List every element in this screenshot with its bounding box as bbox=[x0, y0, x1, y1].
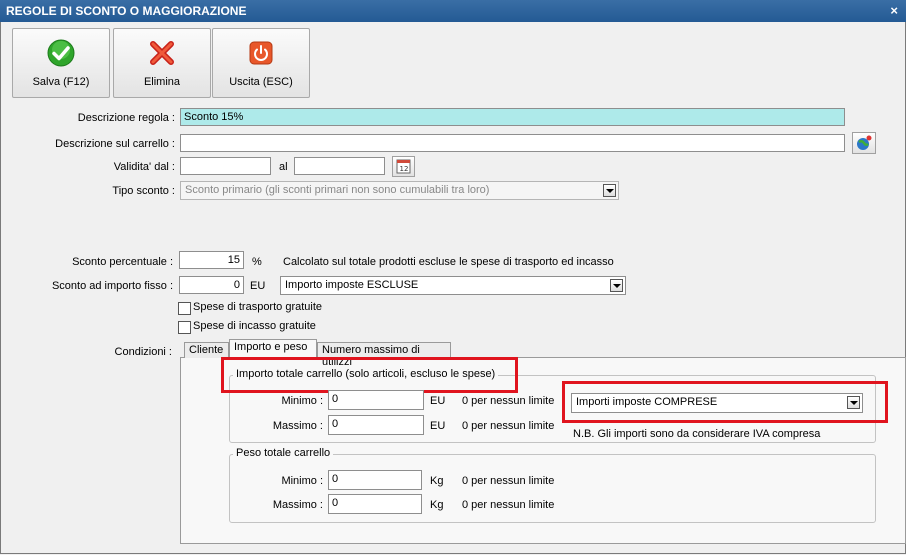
peso-max-input[interactable]: 0 bbox=[328, 494, 422, 514]
delete-button-label: Elimina bbox=[143, 76, 181, 88]
save-button-label: Salva (F12) bbox=[32, 76, 90, 88]
sconto-percentuale-note: Calcolato sul totale prodotti escluse le… bbox=[283, 256, 614, 268]
calendar-button[interactable]: 12 bbox=[392, 156, 415, 177]
window-title: REGOLE DI SCONTO O MAGGIORAZIONE bbox=[6, 4, 247, 18]
descrizione-regola-input[interactable]: Sconto 15% bbox=[180, 108, 845, 126]
importo-max-unit: EU bbox=[430, 420, 446, 432]
delete-x-icon bbox=[150, 41, 174, 65]
exit-button[interactable]: Uscita (ESC) bbox=[212, 28, 310, 98]
validita-label: Validita' dal : bbox=[113, 161, 175, 173]
sconto-percentuale-input[interactable]: 15 bbox=[179, 251, 244, 269]
power-icon bbox=[249, 41, 273, 65]
sconto-importo-tax-select[interactable]: Importo imposte ESCLUSE bbox=[280, 276, 626, 295]
window-title-bar: REGOLE DI SCONTO O MAGGIORAZIONE × bbox=[0, 0, 906, 22]
tab-numero-utilizzi[interactable]: Numero massimo di utilizzi bbox=[317, 342, 451, 368]
peso-group-title: Peso totale carrello bbox=[233, 447, 334, 459]
tab-importo-peso[interactable]: Importo e peso bbox=[229, 339, 317, 358]
validita-from-input[interactable] bbox=[180, 157, 271, 175]
delete-button[interactable]: Elimina bbox=[113, 28, 211, 98]
spese-trasporto-checkbox[interactable] bbox=[178, 302, 191, 315]
peso-min-unit: Kg bbox=[430, 475, 444, 487]
tipo-sconto-select[interactable]: Sconto primario (gli sconti primari non … bbox=[180, 181, 619, 200]
importo-min-input[interactable]: 0 bbox=[328, 390, 424, 410]
tipo-sconto-label: Tipo sconto : bbox=[112, 185, 175, 197]
importo-min-label: Minimo : bbox=[281, 395, 323, 407]
importo-max-label: Massimo : bbox=[272, 420, 323, 432]
chevron-down-icon[interactable] bbox=[610, 279, 623, 292]
chevron-down-icon[interactable] bbox=[603, 184, 616, 197]
annotation-box-tax-select bbox=[562, 381, 888, 423]
validita-to-label: al bbox=[279, 161, 288, 173]
tipo-sconto-value: Sconto primario (gli sconti primari non … bbox=[185, 184, 490, 196]
peso-max-hint: 0 per nessun limite bbox=[462, 499, 555, 511]
globe-button[interactable] bbox=[852, 132, 876, 154]
sconto-importo-tax-value: Importo imposte ESCLUSE bbox=[285, 279, 419, 291]
eu-unit: EU bbox=[250, 280, 266, 292]
percent-unit: % bbox=[252, 256, 262, 268]
peso-max-unit: Kg bbox=[430, 499, 444, 511]
descrizione-carrello-label: Descrizione sul carrello : bbox=[55, 138, 175, 150]
sconto-importo-input[interactable]: 0 bbox=[179, 276, 244, 294]
importo-min-hint: 0 per nessun limite bbox=[462, 395, 555, 407]
sconto-importo-label: Sconto ad importo fisso : bbox=[51, 280, 173, 292]
condizioni-label: Condizioni : bbox=[114, 346, 172, 358]
importo-min-unit: EU bbox=[430, 395, 446, 407]
svg-text:12: 12 bbox=[400, 165, 409, 173]
spese-incasso-label: Spese di incasso gratuite bbox=[193, 320, 316, 332]
importo-max-hint: 0 per nessun limite bbox=[462, 420, 555, 432]
save-button[interactable]: Salva (F12) bbox=[12, 28, 110, 98]
peso-max-label: Massimo : bbox=[272, 499, 323, 511]
peso-group bbox=[229, 454, 876, 523]
check-icon bbox=[47, 39, 75, 67]
peso-min-input[interactable]: 0 bbox=[328, 470, 422, 490]
descrizione-regola-label: Descrizione regola : bbox=[77, 112, 175, 124]
sconto-percentuale-label: Sconto percentuale : bbox=[72, 256, 173, 268]
exit-button-label: Uscita (ESC) bbox=[229, 76, 293, 88]
descrizione-carrello-input[interactable] bbox=[180, 134, 845, 152]
spese-incasso-checkbox[interactable] bbox=[178, 321, 191, 334]
importo-tax-note: N.B. Gli importi sono da considerare IVA… bbox=[573, 428, 821, 440]
globe-icon bbox=[857, 135, 872, 150]
peso-min-hint: 0 per nessun limite bbox=[462, 475, 555, 487]
peso-min-label: Minimo : bbox=[281, 475, 323, 487]
tab-cliente[interactable]: Cliente bbox=[184, 342, 229, 358]
annotation-box-importo-title bbox=[221, 357, 518, 393]
importo-max-input[interactable]: 0 bbox=[328, 415, 424, 435]
close-icon[interactable]: × bbox=[890, 3, 898, 18]
spese-trasporto-label: Spese di trasporto gratuite bbox=[193, 301, 323, 313]
calendar-icon: 12 bbox=[396, 159, 411, 174]
validita-to-input[interactable] bbox=[294, 157, 385, 175]
